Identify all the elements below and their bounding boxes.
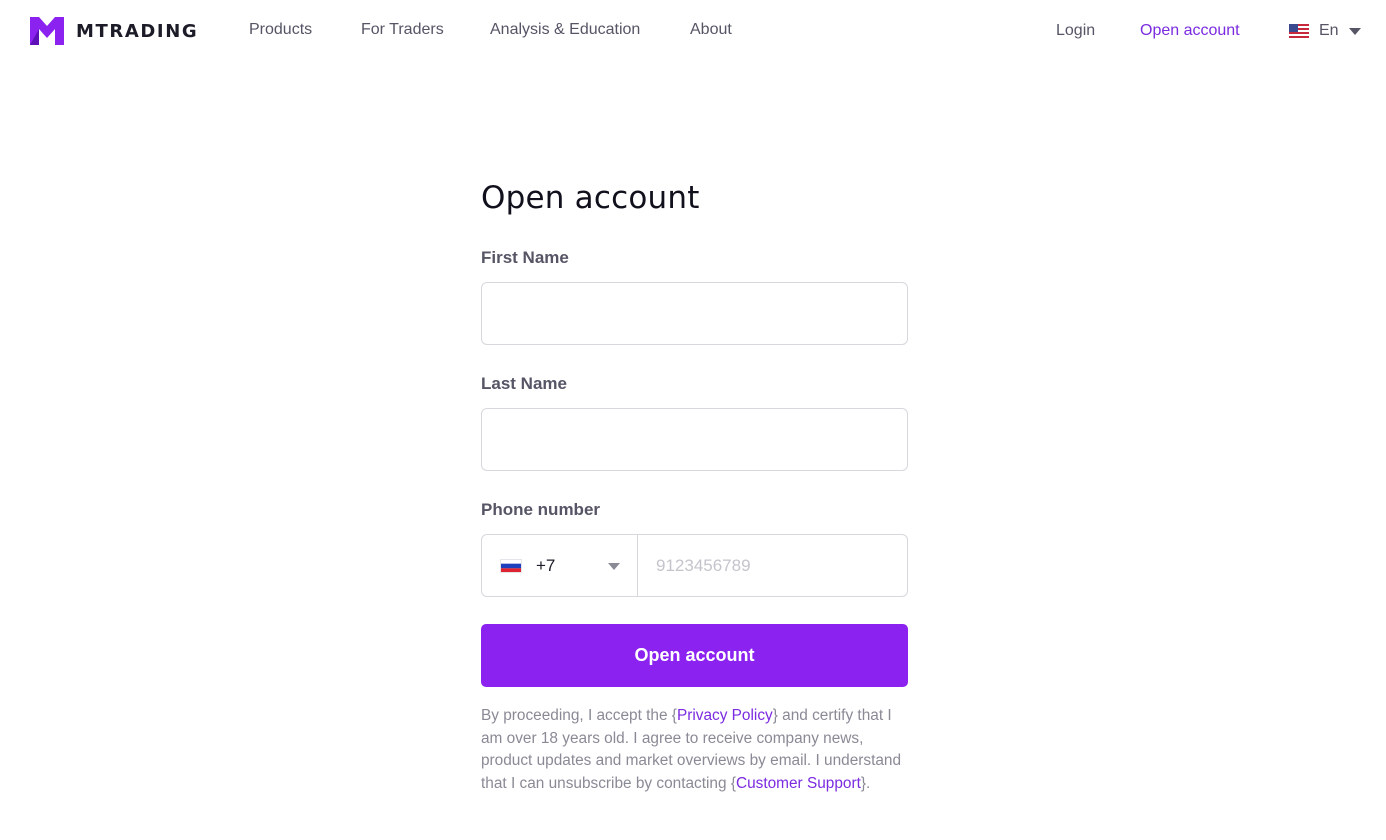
open-account-link[interactable]: Open account [1140, 22, 1240, 40]
chevron-down-icon [1348, 27, 1361, 35]
nav-item-analysis-education[interactable]: Analysis & Education [490, 21, 640, 39]
page-title: Open account [481, 180, 700, 216]
nav-item-products[interactable]: Products [249, 21, 312, 39]
country-code-select[interactable]: +7 [482, 535, 638, 596]
last-name-input[interactable] [481, 408, 908, 471]
language-selector[interactable]: En [1289, 22, 1361, 40]
nav-item-for-traders[interactable]: For Traders [361, 21, 444, 39]
legal-text-part: By proceeding, I accept the { [481, 707, 677, 724]
site-header: MTRADING Products For Traders Analysis &… [0, 0, 1386, 64]
phone-field: +7 [481, 534, 908, 597]
customer-support-link[interactable]: Customer Support [736, 775, 861, 792]
first-name-label: First Name [481, 248, 569, 267]
logo-text: MTRADING [76, 20, 199, 42]
open-account-form: Open account First Name Last Name Phone … [481, 178, 908, 792]
phone-label: Phone number [481, 500, 601, 519]
chevron-down-icon [608, 563, 620, 570]
first-name-input[interactable] [481, 282, 908, 345]
m-logo-icon [30, 17, 64, 45]
open-account-button[interactable]: Open account [481, 624, 908, 687]
nav-item-about[interactable]: About [690, 21, 732, 39]
legal-text-part: }. [860, 774, 871, 792]
legal-text: By proceeding, I accept the {Privacy Pol… [481, 705, 908, 795]
logo[interactable]: MTRADING [30, 17, 198, 45]
us-flag-icon [1289, 24, 1309, 38]
login-link[interactable]: Login [1056, 22, 1095, 40]
last-name-label: Last Name [481, 374, 567, 393]
ru-flag-icon [500, 558, 522, 573]
country-code-value: +7 [536, 555, 556, 575]
language-label: En [1319, 22, 1339, 39]
privacy-policy-link[interactable]: Privacy Policy [677, 707, 773, 724]
phone-input[interactable] [638, 535, 907, 596]
